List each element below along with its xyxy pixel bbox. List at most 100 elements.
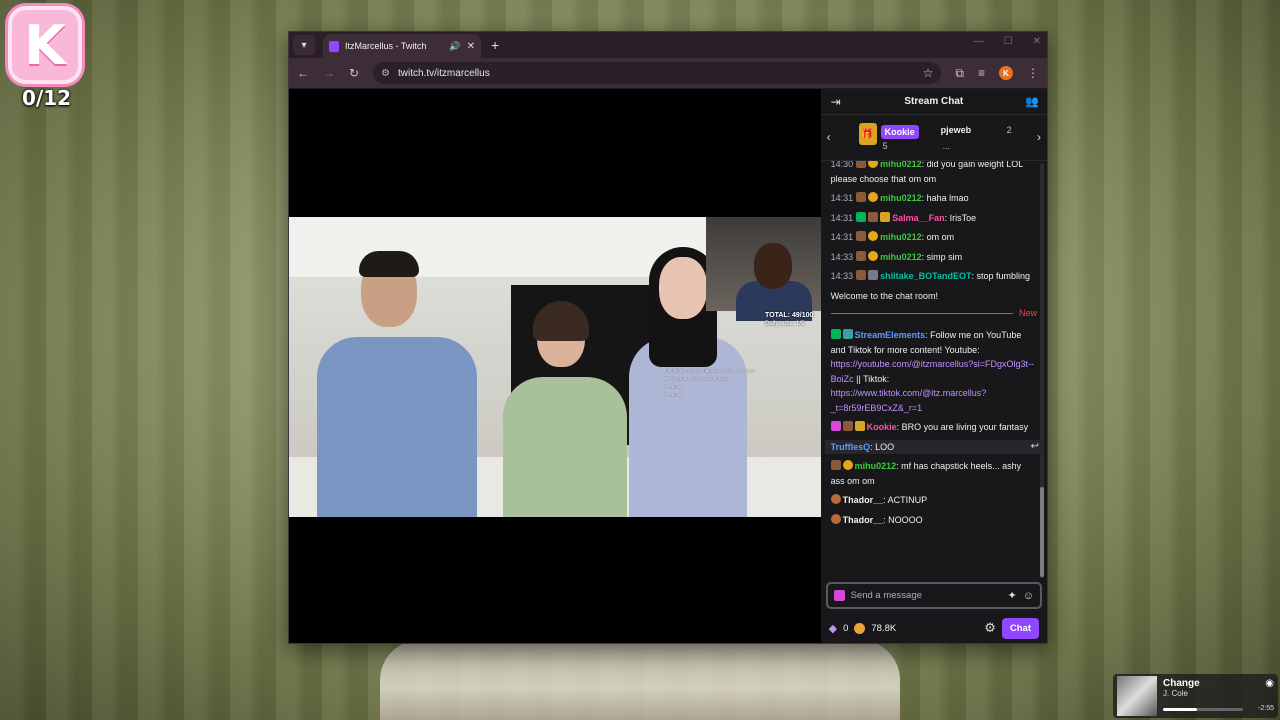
message-username[interactable]: Thador__ bbox=[843, 495, 884, 505]
chat-message-input[interactable] bbox=[850, 590, 1002, 601]
message-username[interactable]: shiitake_BOTandEOT bbox=[880, 271, 971, 281]
chat-scroll-thumb[interactable] bbox=[1040, 487, 1044, 577]
browser-window: ▾ ItzMarcellus - Twitch 🔊 ✕ + — ☐ ✕ ← → … bbox=[288, 31, 1048, 644]
site-info-icon[interactable]: ⚙ bbox=[381, 68, 390, 79]
sub-badge-icon bbox=[830, 494, 841, 504]
album-art bbox=[1117, 676, 1157, 716]
chat-message: 14:31 mihu0212: om om bbox=[831, 230, 1037, 245]
gifter-name[interactable]: pjeweb bbox=[941, 125, 972, 135]
chat-identity-icon[interactable] bbox=[833, 590, 845, 601]
vip-badge-icon bbox=[856, 211, 867, 222]
sub-badge-icon bbox=[830, 460, 841, 470]
chat-send-button[interactable]: Chat bbox=[1001, 617, 1039, 639]
tab-search-icon[interactable]: ▾ bbox=[293, 35, 315, 55]
track-time-remaining: -2:55 bbox=[1258, 705, 1274, 712]
back-icon[interactable]: ← bbox=[297, 66, 309, 80]
message-text: : ACTINUP bbox=[883, 495, 928, 505]
music-app-icon: ◉ bbox=[1265, 678, 1274, 689]
bits-gem-icon[interactable]: ◆ bbox=[829, 622, 837, 635]
video-frame: TOTAL: 49/100 Daily subs: 1/5 mihu0212: … bbox=[289, 217, 822, 517]
message-username[interactable]: StreamElements bbox=[855, 330, 926, 340]
chat-message: Thador__: ACTINUP bbox=[830, 493, 1037, 508]
chat-header: ⇥ Stream Chat 👥 bbox=[820, 89, 1047, 115]
message-timestamp: 14:33 bbox=[830, 251, 854, 262]
k-badge-letter: K bbox=[24, 13, 66, 77]
bits-cheer-icon[interactable]: ✦ bbox=[1008, 589, 1017, 602]
community-users-icon[interactable]: 👥 bbox=[1025, 95, 1039, 108]
track-progress-fill bbox=[1163, 708, 1197, 711]
maximize-icon[interactable]: ☐ bbox=[1004, 36, 1013, 47]
chat-panel: ⇥ Stream Chat 👥 ‹ 🎁 Kookie 5 pjeweb 2 ..… bbox=[820, 89, 1047, 643]
gifter-name[interactable]: Kookie bbox=[880, 125, 919, 139]
reply-icon[interactable]: ↩ bbox=[1031, 440, 1039, 455]
page-content: TOTAL: 49/100 Daily subs: 1/5 mihu0212: … bbox=[289, 89, 1047, 643]
chat-settings-icon[interactable]: ⚙ bbox=[984, 620, 996, 636]
message-text: : stop fumbling bbox=[971, 271, 1031, 281]
message-username[interactable]: mihu0212 bbox=[880, 232, 922, 242]
minimize-icon[interactable]: — bbox=[974, 36, 984, 47]
message-timestamp: 14:31 bbox=[830, 193, 854, 203]
emote-picker-icon[interactable]: ☺ bbox=[1023, 590, 1034, 602]
message-username[interactable]: TrufflesQ bbox=[831, 442, 871, 452]
tiktok-link[interactable]: https://www.tiktok.com/@itz.marcellus?_t… bbox=[831, 388, 987, 413]
bits-badge-icon bbox=[868, 231, 879, 241]
message-username[interactable]: mihu0212 bbox=[880, 161, 922, 169]
message-username[interactable]: Kookie bbox=[867, 422, 897, 432]
media-control-icon[interactable]: ≡ bbox=[978, 66, 985, 80]
message-username[interactable]: mihu0212 bbox=[880, 193, 922, 203]
bot-badge-icon bbox=[842, 329, 853, 339]
sub-badge-icon bbox=[856, 270, 867, 280]
message-timestamp: 14:31 bbox=[830, 232, 854, 242]
chat-message: 14:33 mihu0212: simp sim bbox=[831, 250, 1037, 265]
chevron-right-icon[interactable]: › bbox=[1037, 130, 1041, 144]
sub-badge-icon bbox=[842, 421, 853, 431]
sub-badge-icon bbox=[856, 192, 867, 202]
message-username[interactable]: Salma__Fan bbox=[892, 213, 945, 223]
bookmark-star-icon[interactable]: ☆ bbox=[923, 66, 934, 80]
gift-icon: 🎁 bbox=[858, 123, 877, 145]
menu-icon[interactable]: ⋮ bbox=[1027, 66, 1039, 80]
overlay-chat-line: Thador__ bbox=[664, 392, 684, 397]
new-tab-button[interactable]: + bbox=[491, 37, 499, 53]
extensions-icon[interactable]: ⧉ bbox=[955, 66, 964, 81]
sub-badge-icon bbox=[856, 250, 867, 261]
gifter-more: ... bbox=[942, 141, 951, 151]
sub-badge-icon bbox=[856, 231, 867, 241]
webcam-head bbox=[754, 243, 792, 289]
forward-icon[interactable]: → bbox=[323, 66, 335, 80]
message-text: : om om bbox=[921, 232, 955, 242]
overlay-chat-line: BRO you are living your fantasy bbox=[664, 376, 728, 381]
chevron-left-icon[interactable]: ‹ bbox=[827, 130, 831, 144]
url-text: twitch.tv/itzmarcellus bbox=[398, 67, 490, 79]
message-username[interactable]: mihu0212 bbox=[855, 461, 897, 471]
chat-message: Kookie: BRO you are living your fantasy bbox=[830, 420, 1037, 435]
message-text: : simp sim bbox=[921, 251, 963, 262]
sub-goal-total: TOTAL: 49/100 bbox=[765, 312, 814, 319]
sub-badge-icon bbox=[856, 161, 867, 168]
channel-points-icon[interactable] bbox=[854, 622, 866, 634]
video-player[interactable]: TOTAL: 49/100 Daily subs: 1/5 mihu0212: … bbox=[289, 89, 831, 643]
speaker-icon[interactable]: 🔊 bbox=[449, 41, 460, 52]
chat-input-box[interactable]: ✦ ☺ bbox=[825, 582, 1042, 609]
reload-icon[interactable]: ↻ bbox=[349, 66, 359, 80]
close-window-icon[interactable]: ✕ bbox=[1033, 36, 1041, 47]
message-timestamp: 14:30 bbox=[830, 161, 854, 169]
heart-badge-icon bbox=[830, 421, 841, 431]
profile-avatar[interactable]: K bbox=[999, 66, 1013, 80]
message-text: || Tiktok: bbox=[853, 373, 890, 384]
close-tab-icon[interactable]: ✕ bbox=[467, 41, 475, 52]
bits-badge-icon bbox=[868, 161, 879, 168]
collapse-chat-icon[interactable]: ⇥ bbox=[831, 95, 841, 109]
twitch-favicon-icon bbox=[329, 40, 339, 52]
gift-badge-icon bbox=[880, 211, 891, 222]
message-username[interactable]: Thador__ bbox=[843, 515, 884, 525]
tab-title: ItzMarcellus - Twitch bbox=[345, 41, 427, 51]
sub-goal-daily: Daily subs: 1/5 bbox=[765, 321, 805, 327]
bits-count: 0 bbox=[843, 622, 849, 634]
new-divider-line bbox=[830, 312, 1013, 314]
person-man-hair bbox=[359, 251, 419, 277]
message-username[interactable]: mihu0212 bbox=[880, 252, 922, 262]
gifter-count: 2 bbox=[1006, 125, 1012, 135]
tab-twitch[interactable]: ItzMarcellus - Twitch 🔊 ✕ bbox=[323, 34, 481, 58]
address-bar[interactable]: ⚙ twitch.tv/itzmarcellus ☆ bbox=[373, 62, 942, 84]
